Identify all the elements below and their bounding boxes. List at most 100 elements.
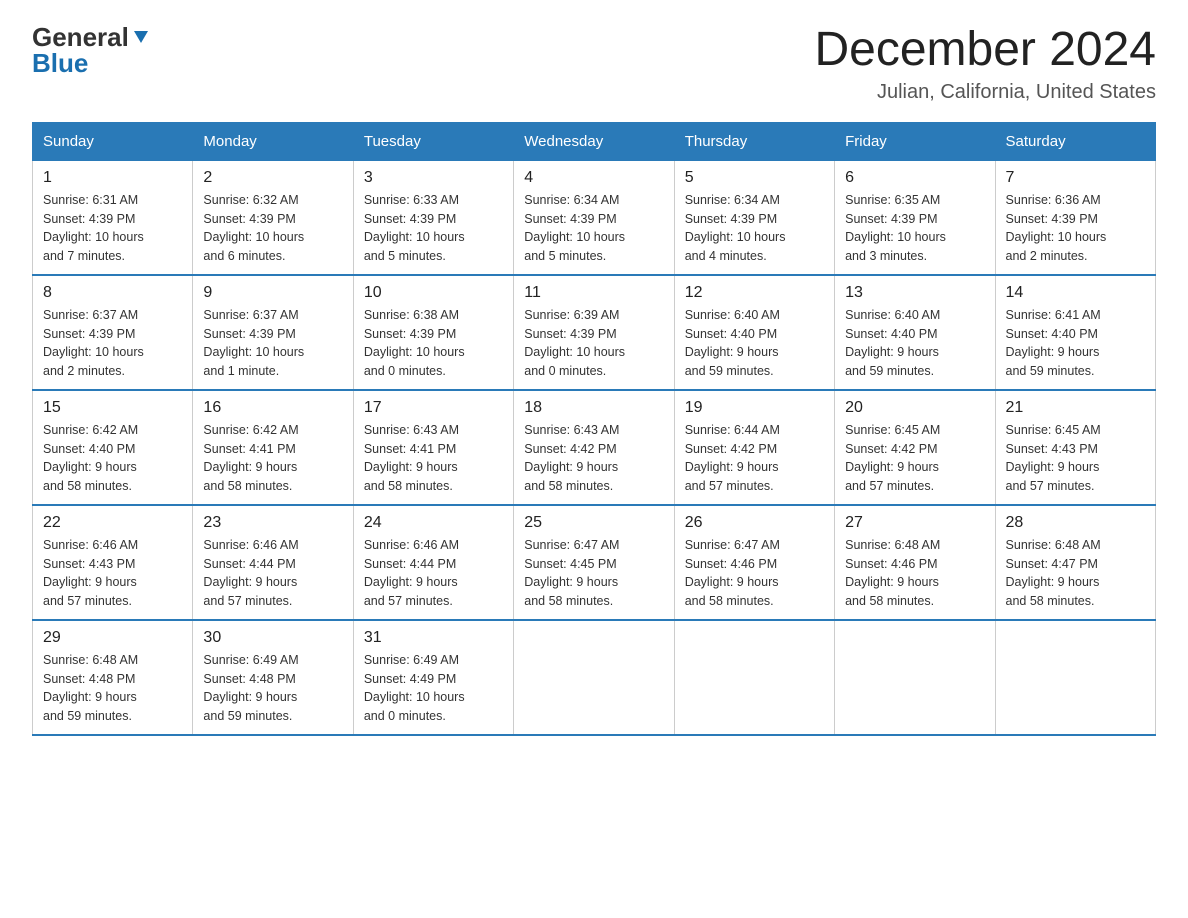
day-info: Sunrise: 6:34 AMSunset: 4:39 PMDaylight:…: [685, 191, 824, 266]
day-number: 21: [1006, 399, 1145, 417]
day-number: 14: [1006, 284, 1145, 302]
day-number: 8: [43, 284, 182, 302]
day-number: 15: [43, 399, 182, 417]
day-info: Sunrise: 6:46 AMSunset: 4:44 PMDaylight:…: [203, 536, 342, 611]
calendar-week-5: 29 Sunrise: 6:48 AMSunset: 4:48 PMDayligh…: [33, 620, 1156, 735]
day-number: 20: [845, 399, 984, 417]
day-number: 23: [203, 514, 342, 532]
calendar-cell: 9 Sunrise: 6:37 AMSunset: 4:39 PMDaylight…: [193, 275, 353, 390]
day-number: 4: [524, 169, 663, 187]
day-info: Sunrise: 6:49 AMSunset: 4:49 PMDaylight:…: [364, 651, 503, 726]
calendar-cell: 12Sunrise: 6:40 AMSunset: 4:40 PMDayligh…: [674, 275, 834, 390]
logo-blue-text: Blue: [32, 50, 88, 76]
day-number: 18: [524, 399, 663, 417]
calendar-cell: 5 Sunrise: 6:34 AMSunset: 4:39 PMDaylight…: [674, 160, 834, 275]
calendar-table: Sunday Monday Tuesday Wednesday Thursday…: [32, 122, 1156, 736]
header-row: Sunday Monday Tuesday Wednesday Thursday…: [33, 122, 1156, 160]
calendar-week-3: 15 Sunrise: 6:42 AMSunset: 4:40 PMDayligh…: [33, 390, 1156, 505]
calendar-cell: [514, 620, 674, 735]
day-number: 1: [43, 169, 182, 187]
logo-line1: General: [32, 24, 150, 50]
col-saturday: Saturday: [995, 122, 1155, 160]
day-number: 10: [364, 284, 503, 302]
day-info: Sunrise: 6:42 AMSunset: 4:41 PMDaylight:…: [203, 421, 342, 496]
col-sunday: Sunday: [33, 122, 193, 160]
day-number: 9: [203, 284, 342, 302]
calendar-body: 1 Sunrise: 6:31 AMSunset: 4:39 PMDaylight…: [33, 160, 1156, 735]
calendar-cell: 18Sunrise: 6:43 AMSunset: 4:42 PMDayligh…: [514, 390, 674, 505]
calendar-cell: 23 Sunrise: 6:46 AMSunset: 4:44 PMDayligh…: [193, 505, 353, 620]
day-info: Sunrise: 6:42 AMSunset: 4:40 PMDaylight:…: [43, 421, 182, 496]
day-info: Sunrise: 6:38 AMSunset: 4:39 PMDaylight:…: [364, 306, 503, 381]
calendar-cell: 8 Sunrise: 6:37 AMSunset: 4:39 PMDaylight…: [33, 275, 193, 390]
calendar-cell: 4Sunrise: 6:34 AMSunset: 4:39 PMDaylight…: [514, 160, 674, 275]
day-number: 6: [845, 169, 984, 187]
calendar-cell: 22Sunrise: 6:46 AMSunset: 4:43 PMDayligh…: [33, 505, 193, 620]
calendar-cell: 17Sunrise: 6:43 AMSunset: 4:41 PMDayligh…: [353, 390, 513, 505]
day-number: 3: [364, 169, 503, 187]
day-number: 22: [43, 514, 182, 532]
day-info: Sunrise: 6:45 AMSunset: 4:42 PMDaylight:…: [845, 421, 984, 496]
col-monday: Monday: [193, 122, 353, 160]
calendar-cell: 31 Sunrise: 6:49 AMSunset: 4:49 PMDayligh…: [353, 620, 513, 735]
day-number: 30: [203, 629, 342, 647]
day-info: Sunrise: 6:37 AMSunset: 4:39 PMDaylight:…: [203, 306, 342, 381]
day-info: Sunrise: 6:41 AMSunset: 4:40 PMDaylight:…: [1006, 306, 1145, 381]
calendar-cell: 6Sunrise: 6:35 AMSunset: 4:39 PMDaylight…: [835, 160, 995, 275]
calendar-cell: 19 Sunrise: 6:44 AMSunset: 4:42 PMDayligh…: [674, 390, 834, 505]
day-number: 27: [845, 514, 984, 532]
day-number: 26: [685, 514, 824, 532]
calendar-cell: 15 Sunrise: 6:42 AMSunset: 4:40 PMDayligh…: [33, 390, 193, 505]
col-wednesday: Wednesday: [514, 122, 674, 160]
day-number: 2: [203, 169, 342, 187]
day-number: 5: [685, 169, 824, 187]
day-info: Sunrise: 6:43 AMSunset: 4:41 PMDaylight:…: [364, 421, 503, 496]
calendar-cell: 16 Sunrise: 6:42 AMSunset: 4:41 PMDayligh…: [193, 390, 353, 505]
calendar-cell: [835, 620, 995, 735]
calendar-cell: 1 Sunrise: 6:31 AMSunset: 4:39 PMDaylight…: [33, 160, 193, 275]
day-number: 28: [1006, 514, 1145, 532]
calendar-cell: 24 Sunrise: 6:46 AMSunset: 4:44 PMDayligh…: [353, 505, 513, 620]
calendar-week-4: 22Sunrise: 6:46 AMSunset: 4:43 PMDayligh…: [33, 505, 1156, 620]
day-info: Sunrise: 6:46 AMSunset: 4:44 PMDaylight:…: [364, 536, 503, 611]
calendar-cell: 21 Sunrise: 6:45 AMSunset: 4:43 PMDayligh…: [995, 390, 1155, 505]
day-info: Sunrise: 6:32 AMSunset: 4:39 PMDaylight:…: [203, 191, 342, 266]
calendar-cell: 20 Sunrise: 6:45 AMSunset: 4:42 PMDayligh…: [835, 390, 995, 505]
day-info: Sunrise: 6:40 AMSunset: 4:40 PMDaylight:…: [685, 306, 824, 381]
col-friday: Friday: [835, 122, 995, 160]
calendar-cell: 7Sunrise: 6:36 AMSunset: 4:39 PMDaylight…: [995, 160, 1155, 275]
day-number: 25: [524, 514, 663, 532]
day-info: Sunrise: 6:33 AMSunset: 4:39 PMDaylight:…: [364, 191, 503, 266]
col-thursday: Thursday: [674, 122, 834, 160]
day-number: 24: [364, 514, 503, 532]
calendar-cell: 26 Sunrise: 6:47 AMSunset: 4:46 PMDayligh…: [674, 505, 834, 620]
day-info: Sunrise: 6:40 AMSunset: 4:40 PMDaylight:…: [845, 306, 984, 381]
day-number: 13: [845, 284, 984, 302]
day-info: Sunrise: 6:48 AMSunset: 4:48 PMDaylight:…: [43, 651, 182, 726]
calendar-cell: 14 Sunrise: 6:41 AMSunset: 4:40 PMDayligh…: [995, 275, 1155, 390]
month-title: December 2024: [814, 24, 1156, 77]
calendar-week-2: 8 Sunrise: 6:37 AMSunset: 4:39 PMDaylight…: [33, 275, 1156, 390]
day-number: 29: [43, 629, 182, 647]
logo-triangle-icon: [132, 27, 150, 45]
calendar-cell: [995, 620, 1155, 735]
day-number: 19: [685, 399, 824, 417]
logo-general-text: General: [32, 24, 129, 50]
calendar-cell: 2 Sunrise: 6:32 AMSunset: 4:39 PMDaylight…: [193, 160, 353, 275]
calendar-cell: 30Sunrise: 6:49 AMSunset: 4:48 PMDayligh…: [193, 620, 353, 735]
day-info: Sunrise: 6:48 AMSunset: 4:47 PMDaylight:…: [1006, 536, 1145, 611]
title-section: December 2024 Julian, California, United…: [814, 24, 1156, 104]
location-title: Julian, California, United States: [814, 81, 1156, 104]
day-info: Sunrise: 6:31 AMSunset: 4:39 PMDaylight:…: [43, 191, 182, 266]
calendar-cell: 28 Sunrise: 6:48 AMSunset: 4:47 PMDayligh…: [995, 505, 1155, 620]
day-info: Sunrise: 6:37 AMSunset: 4:39 PMDaylight:…: [43, 306, 182, 381]
col-tuesday: Tuesday: [353, 122, 513, 160]
day-number: 31: [364, 629, 503, 647]
day-number: 16: [203, 399, 342, 417]
day-info: Sunrise: 6:44 AMSunset: 4:42 PMDaylight:…: [685, 421, 824, 496]
day-info: Sunrise: 6:48 AMSunset: 4:46 PMDaylight:…: [845, 536, 984, 611]
day-number: 7: [1006, 169, 1145, 187]
day-info: Sunrise: 6:47 AMSunset: 4:46 PMDaylight:…: [685, 536, 824, 611]
calendar-cell: 29 Sunrise: 6:48 AMSunset: 4:48 PMDayligh…: [33, 620, 193, 735]
day-info: Sunrise: 6:45 AMSunset: 4:43 PMDaylight:…: [1006, 421, 1145, 496]
